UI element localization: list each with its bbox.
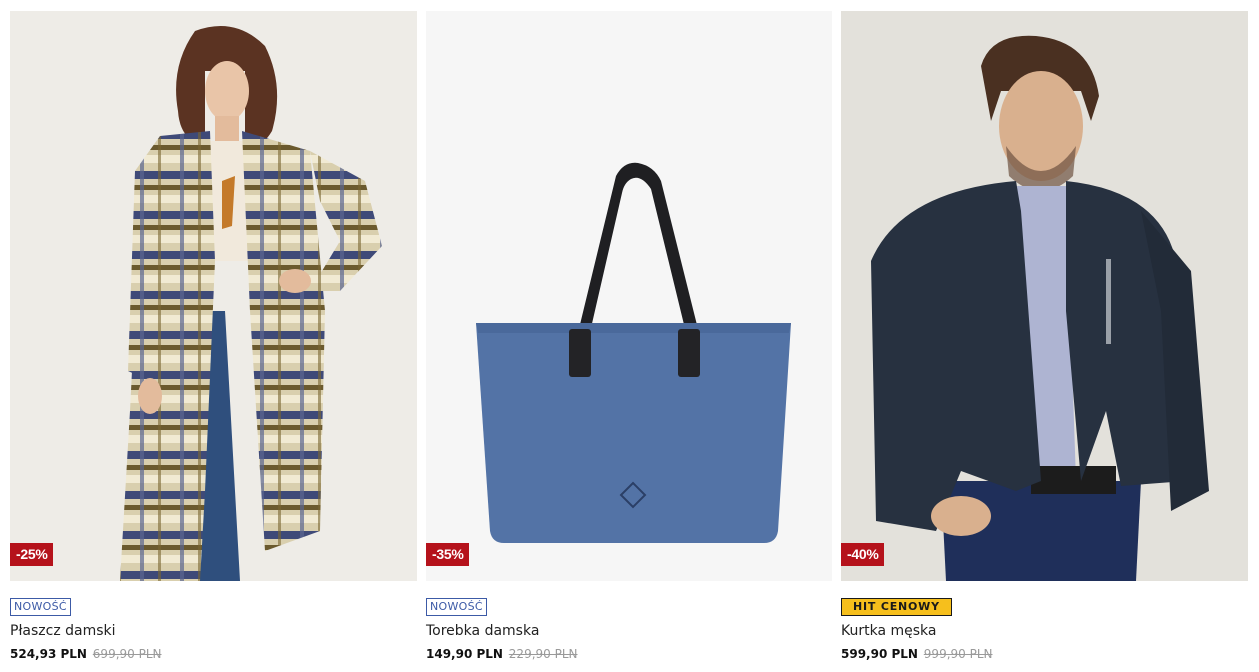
discount-badge: -35%	[426, 543, 470, 566]
product-image-jacket[interactable]: -40%	[841, 11, 1248, 581]
price-row: 599,90 PLN 999,90 PLN	[841, 646, 1248, 662]
product-card[interactable]: -25% NOWOŚĆ Płaszcz damski 524,93 PLN 69…	[10, 11, 417, 662]
product-title[interactable]: Torebka damska	[426, 622, 832, 640]
discount-badge: -40%	[841, 543, 885, 566]
price-row: 149,90 PLN 229,90 PLN	[426, 646, 832, 662]
product-title[interactable]: Kurtka męska	[841, 622, 1248, 640]
product-card[interactable]: -40% HIT CENOWY Kurtka męska 599,90 PLN …	[841, 11, 1248, 662]
current-price: 599,90 PLN	[841, 647, 918, 661]
old-price: 699,90 PLN	[92, 647, 162, 661]
product-title[interactable]: Płaszcz damski	[10, 622, 417, 640]
product-grid: -25% NOWOŚĆ Płaszcz damski 524,93 PLN 69…	[10, 11, 1248, 662]
new-tag: NOWOŚĆ	[426, 598, 487, 616]
product-card[interactable]: -35% NOWOŚĆ Torebka damska 149,90 PLN 22…	[426, 11, 832, 662]
discount-badge: -25%	[10, 543, 54, 566]
product-image-bag[interactable]: -35%	[426, 11, 832, 581]
old-price: 999,90 PLN	[923, 647, 993, 661]
product-image-coat[interactable]: -25%	[10, 11, 417, 581]
old-price: 229,90 PLN	[508, 647, 578, 661]
current-price: 524,93 PLN	[10, 647, 87, 661]
new-tag: NOWOŚĆ	[10, 598, 71, 616]
current-price: 149,90 PLN	[426, 647, 503, 661]
price-hit-tag: HIT CENOWY	[841, 598, 952, 616]
price-row: 524,93 PLN 699,90 PLN	[10, 646, 417, 662]
